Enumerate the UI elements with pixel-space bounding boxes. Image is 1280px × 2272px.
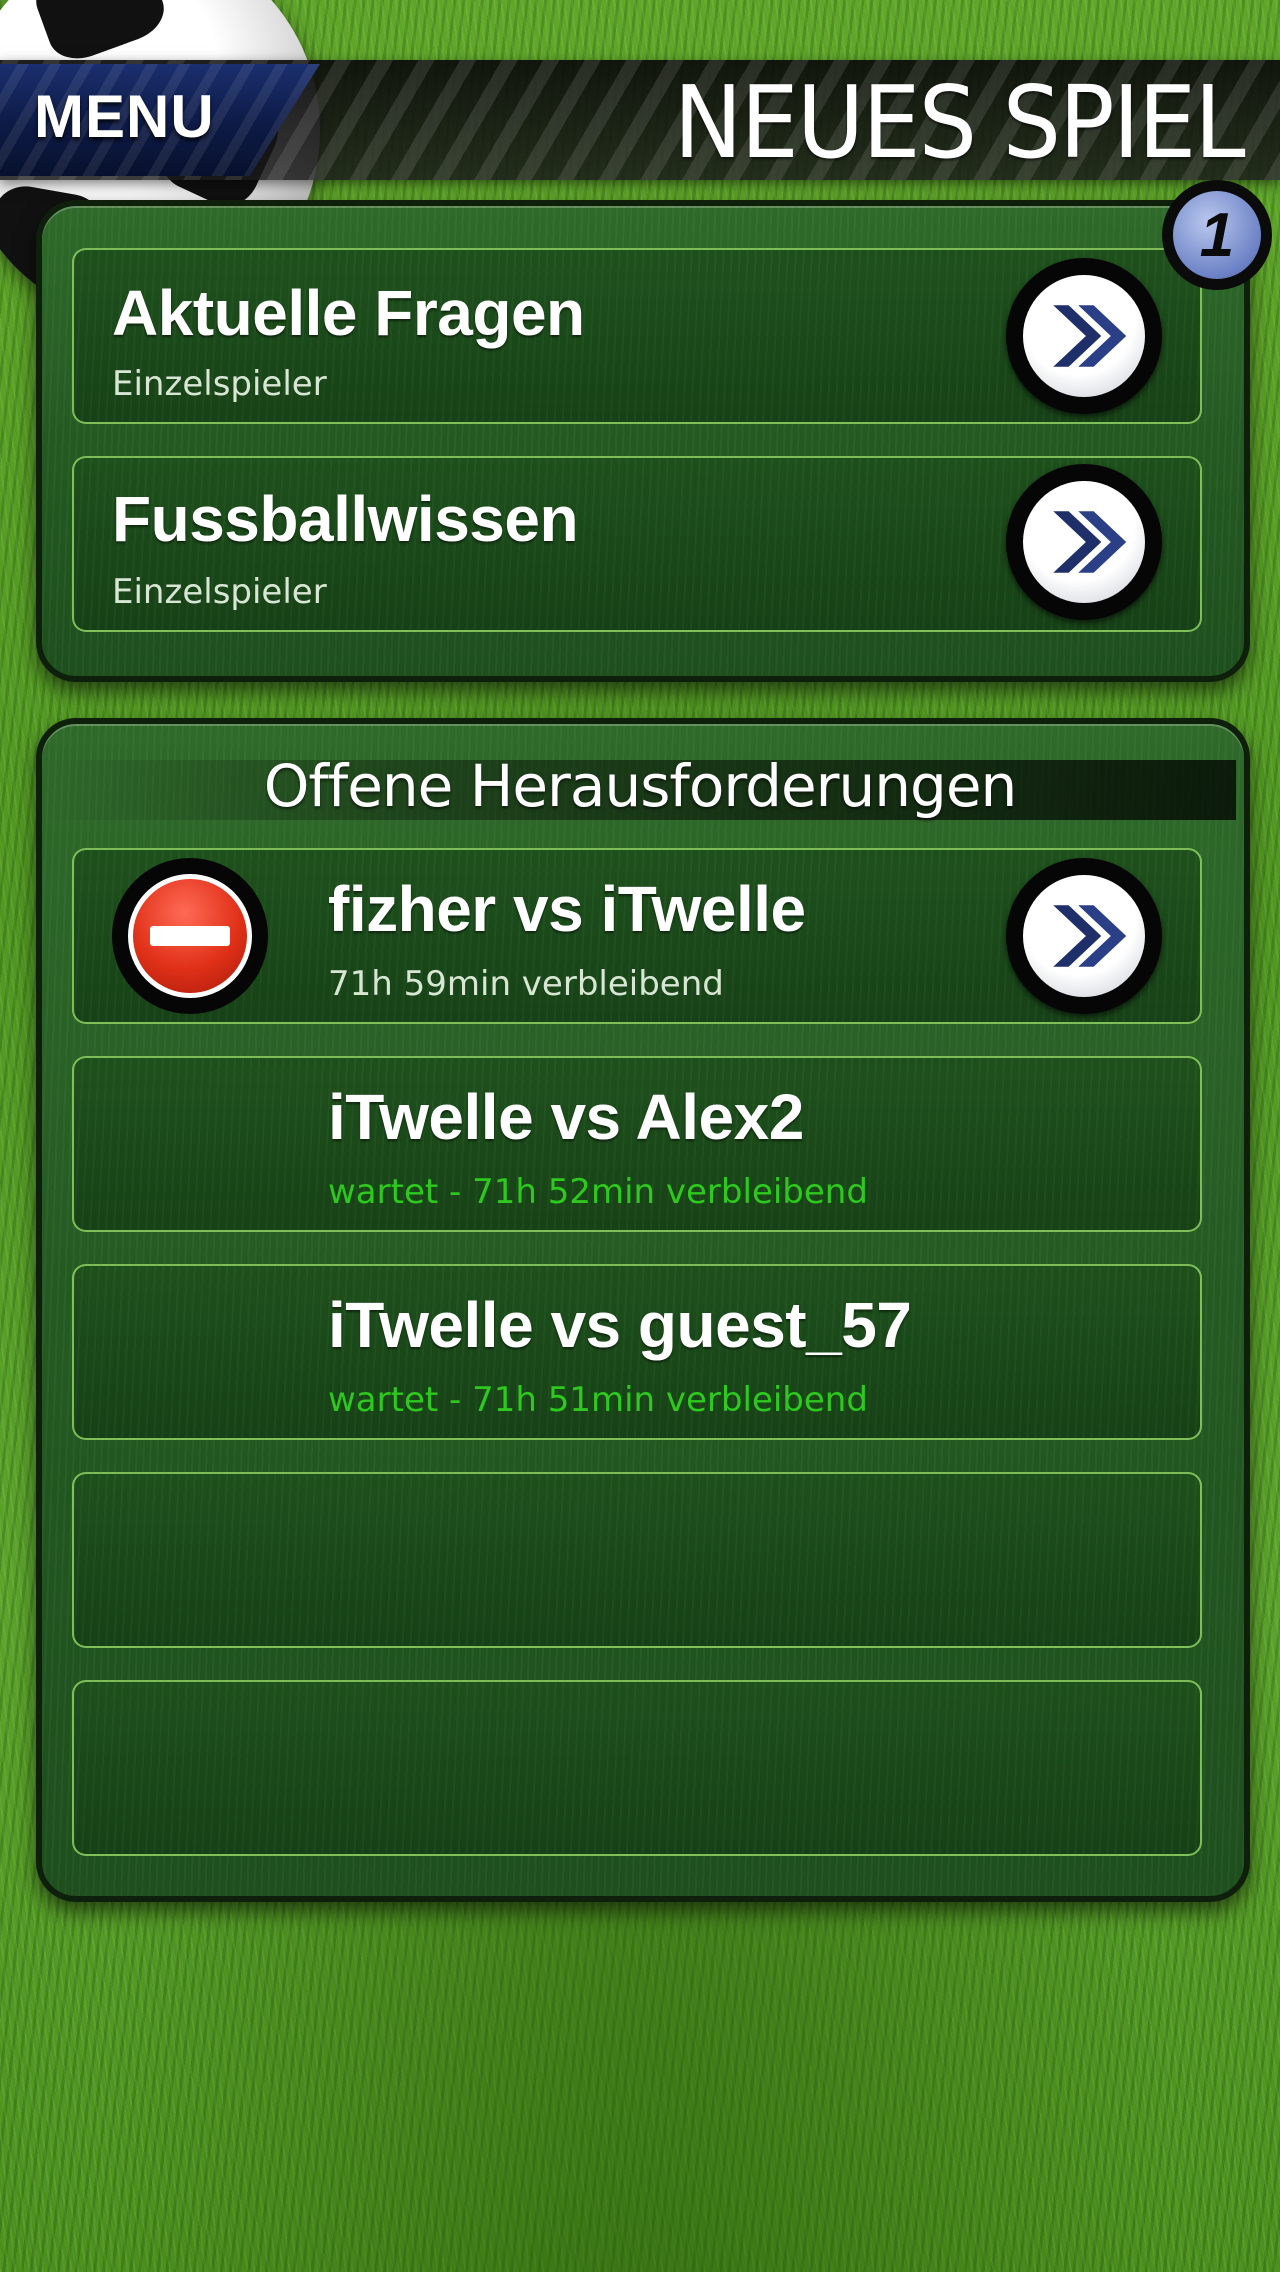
list-item-fussballwissen[interactable]: Fussballwissen Einzelspieler [72, 456, 1202, 632]
list-item-title: Fussballwissen [112, 483, 579, 555]
notification-badge: 1 [1162, 180, 1272, 290]
delete-minus-icon[interactable] [112, 858, 268, 1014]
badge-count: 1 [1173, 191, 1261, 279]
challenge-row[interactable]: iTwelle vs guest_57 wartet - 71h 51min v… [72, 1264, 1202, 1440]
menu-label[interactable]: MENU [34, 82, 215, 151]
chevron-right-circle-icon[interactable] [1006, 464, 1162, 620]
empty-slot [72, 1680, 1202, 1856]
challenge-title: fizher vs iTwelle [328, 873, 806, 945]
section-title: Offene Herausforderungen [263, 752, 1018, 820]
empty-slot [72, 1472, 1202, 1648]
chevron-right-circle-icon[interactable] [1006, 858, 1162, 1014]
challenge-title: iTwelle vs Alex2 [328, 1081, 804, 1153]
list-item-subtitle: Einzelspieler [112, 364, 327, 404]
challenge-row[interactable]: iTwelle vs Alex2 wartet - 71h 52min verb… [72, 1056, 1202, 1232]
challenge-status: wartet - 71h 51min verbleibend [328, 1380, 868, 1420]
page-title: NEUES SPIEL [673, 64, 1246, 181]
challenge-title: iTwelle vs guest_57 [328, 1289, 912, 1361]
list-item-aktuelle-fragen[interactable]: Aktuelle Fragen Einzelspieler [72, 248, 1202, 424]
list-item-subtitle: Einzelspieler [112, 572, 327, 612]
challenge-row[interactable]: fizher vs iTwelle 71h 59min verbleibend [72, 848, 1202, 1024]
list-item-title: Aktuelle Fragen [112, 277, 585, 349]
challenge-status: 71h 59min verbleibend [328, 964, 724, 1004]
challenge-status: wartet - 71h 52min verbleibend [328, 1172, 868, 1212]
chevron-right-circle-icon[interactable] [1006, 258, 1162, 414]
